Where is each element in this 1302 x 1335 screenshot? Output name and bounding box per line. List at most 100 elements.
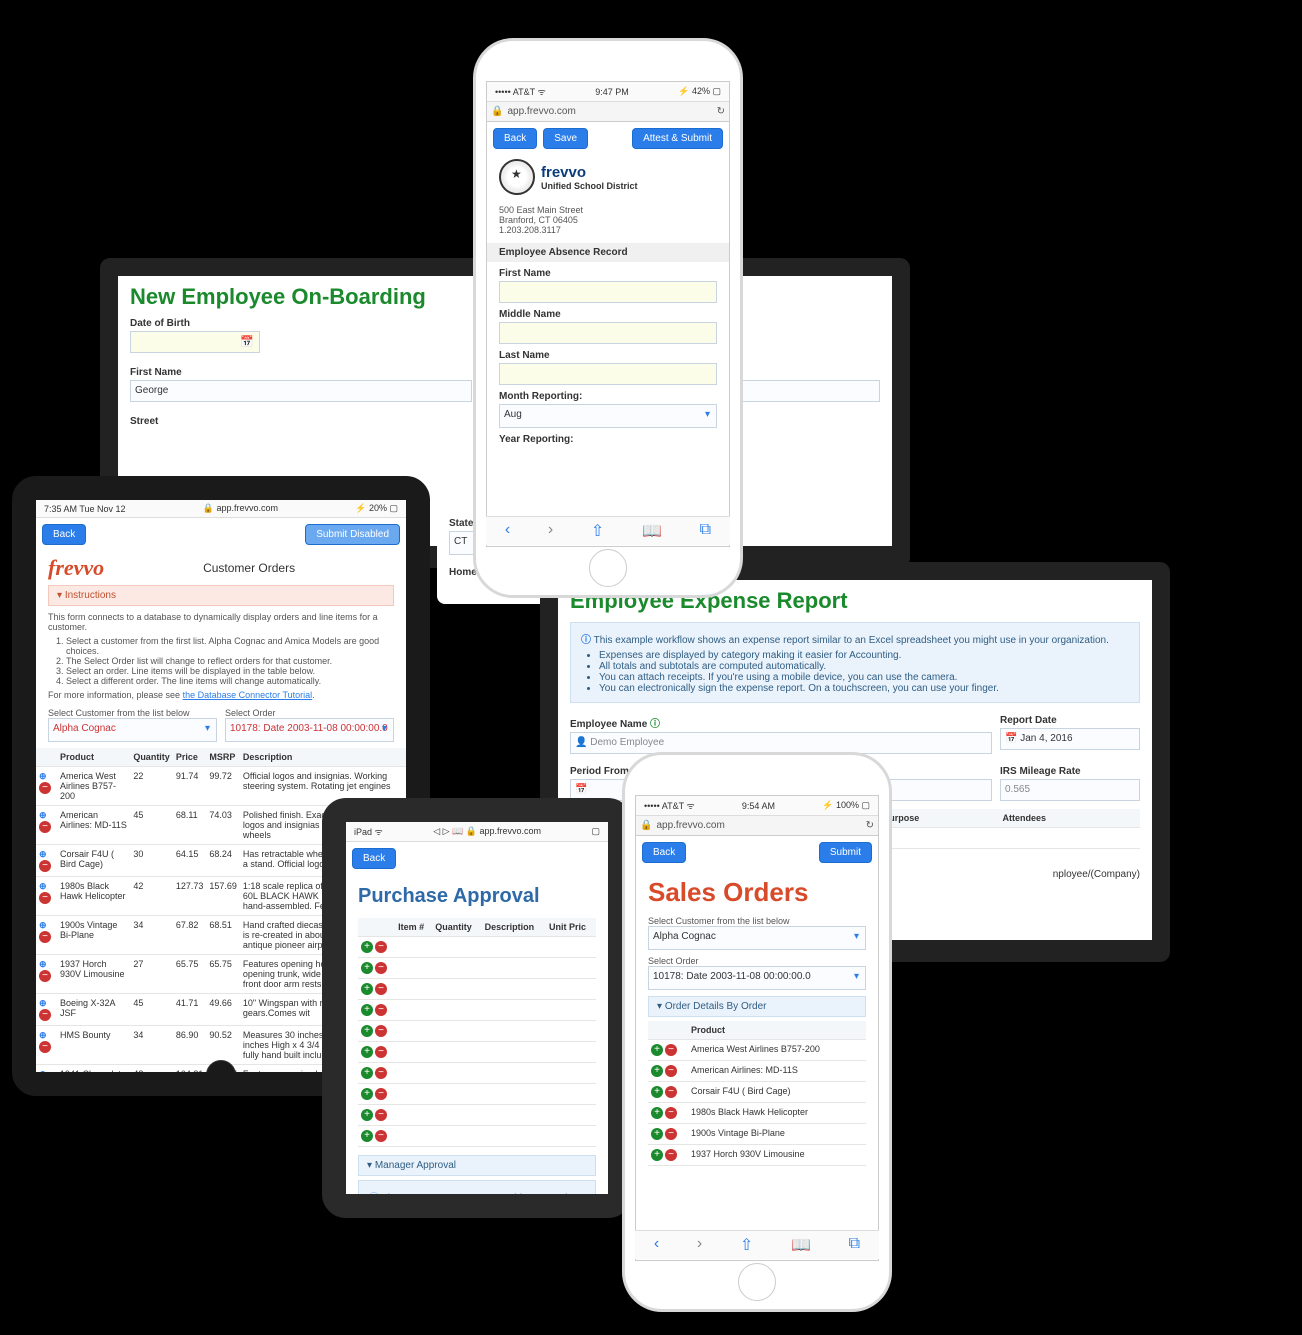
del-icon[interactable]: − xyxy=(375,1025,387,1037)
sales-table: Product+−America West Airlines B757-200+… xyxy=(648,1021,866,1166)
reload-icon[interactable]: ↻ xyxy=(717,106,725,117)
add-icon[interactable]: + xyxy=(361,1109,373,1121)
last-input[interactable] xyxy=(499,363,717,385)
reload-icon[interactable]: ↻ xyxy=(866,820,874,831)
home-button[interactable] xyxy=(589,549,627,587)
month-select[interactable]: Aug xyxy=(499,404,717,428)
middle-input[interactable] xyxy=(499,322,717,344)
instruction-step: Select an order. Line items will be disp… xyxy=(66,666,394,676)
del-icon[interactable]: − xyxy=(375,1046,387,1058)
order-details-bar[interactable]: ▾ Order Details By Order xyxy=(648,996,866,1017)
del-icon[interactable]: − xyxy=(39,821,51,833)
nav-back-icon[interactable]: ‹ xyxy=(654,1235,659,1255)
url-bar[interactable]: 🔒app.frevvo.com↻ xyxy=(636,816,878,836)
add-icon[interactable]: + xyxy=(361,1088,373,1100)
add-icon[interactable]: ⊕ xyxy=(39,849,47,859)
del-icon[interactable]: − xyxy=(375,941,387,953)
nav-back-icon[interactable]: ‹ xyxy=(505,521,510,541)
save-button[interactable]: Save xyxy=(543,128,588,149)
emp-input[interactable]: 👤 Demo Employee xyxy=(570,732,992,754)
del-icon[interactable]: − xyxy=(665,1107,677,1119)
report-date-input[interactable]: 📅 Jan 4, 2016 xyxy=(1000,728,1140,750)
instructions-bar[interactable]: ▾ Instructions xyxy=(48,585,394,606)
del-icon[interactable]: − xyxy=(375,1004,387,1016)
nav-fwd-icon[interactable]: › xyxy=(548,521,553,541)
del-icon[interactable]: − xyxy=(375,1088,387,1100)
del-icon[interactable]: − xyxy=(665,1065,677,1077)
add-icon[interactable]: + xyxy=(361,1067,373,1079)
bookmarks-icon[interactable]: 📖 xyxy=(642,521,662,541)
add-icon[interactable]: ⊕ xyxy=(39,998,47,1008)
add-icon[interactable]: ⊕ xyxy=(39,920,47,930)
table-row: +− xyxy=(358,1084,596,1105)
order-select[interactable]: 10178: Date 2003-11-08 00:00:00.0 xyxy=(225,718,394,742)
bookmarks-icon[interactable]: 📖 xyxy=(791,1235,811,1255)
del-icon[interactable]: − xyxy=(39,782,51,794)
nav-fwd-icon[interactable]: › xyxy=(697,1235,702,1255)
tabs-icon[interactable]: ⧉ xyxy=(849,1235,860,1255)
add-icon[interactable]: ⊕ xyxy=(39,1069,47,1079)
share-icon[interactable]: ⇧ xyxy=(591,521,604,541)
add-icon[interactable]: ⊕ xyxy=(39,810,47,820)
del-icon[interactable]: − xyxy=(375,983,387,995)
first-input[interactable] xyxy=(499,281,717,303)
add-icon[interactable]: + xyxy=(361,941,373,953)
back-button[interactable]: Back xyxy=(642,842,686,863)
home-button[interactable] xyxy=(738,1263,776,1301)
add-icon[interactable]: + xyxy=(651,1044,663,1056)
del-icon[interactable]: − xyxy=(375,1130,387,1142)
add-icon[interactable]: + xyxy=(651,1128,663,1140)
back-button[interactable]: Back xyxy=(493,128,537,149)
add-icon[interactable]: + xyxy=(361,1046,373,1058)
cust-select[interactable]: Alpha Cognac xyxy=(648,926,866,950)
del-icon[interactable]: − xyxy=(665,1044,677,1056)
add-icon[interactable]: + xyxy=(361,1004,373,1016)
del-icon[interactable]: − xyxy=(39,970,51,982)
manager-approval-bar[interactable]: ▾ Manager Approval xyxy=(358,1155,596,1176)
emp-label: Employee Name ⓘ xyxy=(570,715,992,730)
add-icon[interactable]: ⊕ xyxy=(39,771,47,781)
first-input[interactable]: George xyxy=(130,380,472,402)
list-item: +−American Airlines: MD-11S xyxy=(648,1061,866,1082)
add-icon[interactable]: + xyxy=(361,1025,373,1037)
add-icon[interactable]: + xyxy=(651,1065,663,1077)
purchase-col: Item # xyxy=(395,918,432,937)
del-icon[interactable]: − xyxy=(39,892,51,904)
submit-button[interactable]: Attest & Submit xyxy=(632,128,723,149)
del-icon[interactable]: − xyxy=(665,1149,677,1161)
cust-select[interactable]: Alpha Cognac xyxy=(48,718,217,742)
back-button[interactable]: Back xyxy=(42,524,86,545)
del-icon[interactable]: − xyxy=(375,962,387,974)
del-icon[interactable]: − xyxy=(665,1128,677,1140)
home-button[interactable] xyxy=(206,1060,236,1090)
del-icon[interactable]: − xyxy=(39,1041,51,1053)
del-icon[interactable]: − xyxy=(665,1086,677,1098)
order-select[interactable]: 10178: Date 2003-11-08 00:00:00.0 xyxy=(648,966,866,990)
add-icon[interactable]: + xyxy=(361,962,373,974)
add-icon[interactable]: + xyxy=(361,983,373,995)
add-icon[interactable]: ⊕ xyxy=(39,881,47,891)
del-icon[interactable]: − xyxy=(39,1009,51,1021)
url-bar[interactable]: 🔒app.frevvo.com↻ xyxy=(487,102,729,122)
tutorial-link[interactable]: the Database Connector Tutorial xyxy=(183,690,313,700)
del-icon[interactable]: − xyxy=(375,1067,387,1079)
submit-button[interactable]: Submit xyxy=(819,842,872,863)
lock-icon: 🔒 xyxy=(491,106,503,117)
del-icon[interactable]: − xyxy=(39,1080,51,1092)
add-icon[interactable]: + xyxy=(651,1107,663,1119)
submit-button[interactable]: Submit Disabled xyxy=(305,524,400,545)
irs-input[interactable]: 0.565 xyxy=(1000,779,1140,801)
del-icon[interactable]: − xyxy=(39,860,51,872)
add-icon[interactable]: + xyxy=(361,1130,373,1142)
first-label: First Name xyxy=(130,367,472,378)
add-icon[interactable]: ⊕ xyxy=(39,959,47,969)
del-icon[interactable]: − xyxy=(375,1109,387,1121)
back-button[interactable]: Back xyxy=(352,848,396,869)
add-icon[interactable]: + xyxy=(651,1149,663,1161)
add-icon[interactable]: ⊕ xyxy=(39,1030,47,1040)
del-icon[interactable]: − xyxy=(39,931,51,943)
add-icon[interactable]: + xyxy=(651,1086,663,1098)
tabs-icon[interactable]: ⧉ xyxy=(700,521,711,541)
expense-col: Purpose xyxy=(880,809,999,828)
share-icon[interactable]: ⇧ xyxy=(740,1235,753,1255)
